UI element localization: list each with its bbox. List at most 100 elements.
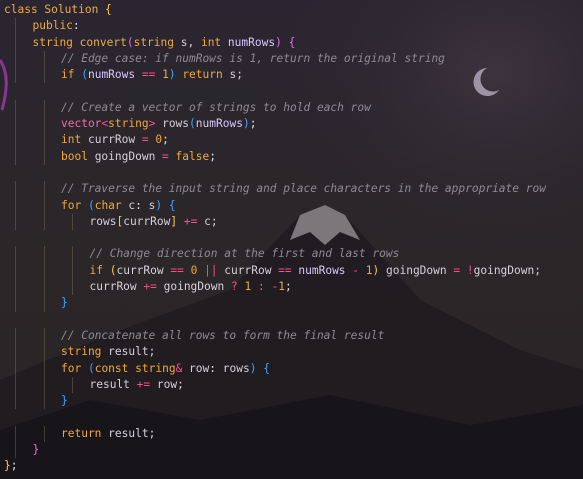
- code-token: for: [61, 198, 82, 212]
- code-line[interactable]: string convert(string s, int numRows) {: [0, 34, 583, 51]
- code-editor[interactable]: class Solution {public: string convert(st…: [0, 0, 583, 479]
- code-token: ): [372, 263, 386, 277]
- code-token: ==: [135, 68, 163, 82]
- code-line[interactable]: result += row;: [0, 376, 583, 394]
- code-token: for: [61, 361, 82, 375]
- code-token: return: [182, 68, 223, 82]
- code-token: numRows: [298, 263, 346, 277]
- code-token: goingDown: [87, 149, 163, 163]
- code-token: string: [61, 345, 102, 359]
- code-line[interactable]: [0, 312, 583, 328]
- code-token: currRow: [81, 133, 142, 147]
- code-token: s;: [222, 68, 243, 82]
- code-token: ||: [197, 263, 225, 277]
- code-token: result;: [101, 426, 156, 440]
- code-line[interactable]: };: [0, 458, 583, 474]
- code-token: int: [200, 35, 222, 49]
- indent-guide: [15, 197, 16, 214]
- code-line[interactable]: int currRow = 0;: [0, 132, 583, 149]
- indent-guide: [15, 442, 16, 459]
- code-token: int: [61, 133, 82, 147]
- code-token: ): [155, 198, 169, 212]
- code-area[interactable]: class Solution {public: string convert(st…: [0, 0, 583, 475]
- indent-guide: [43, 262, 45, 280]
- code-token: }: [4, 459, 11, 473]
- code-line[interactable]: }: [0, 442, 583, 459]
- code-line[interactable]: currRow += goingDown ? 1 : -1;: [0, 279, 583, 296]
- code-line[interactable]: vector<string> rows(numRows);: [0, 116, 583, 133]
- code-token: public: [32, 19, 73, 33]
- code-token: row;: [156, 377, 184, 391]
- code-token: {: [263, 361, 270, 375]
- code-line[interactable]: for (char c: s) {: [0, 197, 583, 214]
- code-line[interactable]: [0, 165, 583, 181]
- code-token: ;: [249, 117, 257, 131]
- code-token: !: [466, 263, 474, 277]
- code-token: ;: [162, 133, 169, 147]
- code-token: :: [209, 361, 217, 375]
- code-token: char: [94, 198, 122, 212]
- code-line[interactable]: [0, 409, 583, 425]
- code-token: (: [126, 35, 134, 49]
- code-line[interactable]: class Solution {: [0, 2, 583, 18]
- code-line[interactable]: if (numRows == 1) return s;: [0, 67, 583, 84]
- code-line[interactable]: for (const string& row: rows) {: [0, 360, 583, 377]
- code-token: result: [89, 377, 130, 391]
- indent-guide: [43, 246, 45, 263]
- code-line[interactable]: [0, 230, 583, 246]
- code-token: ==: [271, 263, 299, 277]
- code-line[interactable]: // Create a vector of strings to hold ea…: [0, 99, 583, 117]
- code-token: result;: [101, 345, 156, 359]
- code-token: numRows: [227, 35, 276, 49]
- code-token: // Edge case: if numRows is 1, return th…: [61, 51, 445, 65]
- code-token: :: [72, 19, 80, 33]
- indent-guide: [43, 425, 45, 443]
- indent-guide: [72, 213, 73, 231]
- code-line[interactable]: if (currRow == 0 || currRow == numRows -…: [0, 262, 583, 280]
- indent-guide: [15, 67, 16, 84]
- code-token: +=: [136, 280, 164, 294]
- indent-guide: [72, 262, 73, 280]
- code-line[interactable]: bool goingDown = false;: [0, 148, 583, 165]
- code-token: s,: [174, 35, 201, 49]
- code-token: string: [32, 35, 73, 49]
- code-token: goingDown: [163, 280, 231, 294]
- code-token: :: [135, 198, 142, 212]
- indent-guide: [43, 116, 45, 133]
- indent-guide: [43, 99, 45, 117]
- code-token: +=: [183, 214, 198, 228]
- indent-guide: [15, 327, 16, 345]
- code-line[interactable]: // Traverse the input string and place c…: [0, 181, 583, 198]
- code-token: numRows: [87, 68, 136, 82]
- code-line[interactable]: [0, 83, 583, 99]
- code-token: (: [81, 361, 95, 375]
- code-token: +=: [129, 377, 157, 391]
- code-token: currRow: [224, 263, 272, 277]
- code-token: ;: [284, 280, 292, 294]
- indent-guide: [15, 132, 16, 149]
- code-token: ): [242, 117, 250, 131]
- indent-guide: [43, 213, 45, 231]
- code-token: // Change direction at the first and las…: [89, 247, 400, 261]
- code-line[interactable]: // Concatenate all rows to form the fina…: [0, 327, 583, 345]
- indent-guide: [15, 116, 16, 133]
- code-line[interactable]: string result;: [0, 344, 583, 361]
- code-line[interactable]: // Change direction at the first and las…: [0, 246, 583, 263]
- code-line[interactable]: }: [0, 295, 583, 312]
- code-token: goingDown: [386, 263, 454, 277]
- code-token: (: [102, 263, 117, 277]
- indent-guide: [43, 327, 45, 345]
- code-token: =: [141, 133, 149, 147]
- code-token: vector: [61, 117, 102, 131]
- code-line[interactable]: rows[currRow] += c;: [0, 213, 583, 231]
- code-token: :: [257, 280, 265, 294]
- code-token: if: [89, 263, 103, 277]
- code-line[interactable]: return result;: [0, 425, 583, 443]
- code-line[interactable]: // Edge case: if numRows is 1, return th…: [0, 50, 583, 68]
- code-line[interactable]: public:: [0, 18, 583, 35]
- code-token: const: [94, 361, 129, 375]
- indent-guide: [15, 393, 16, 410]
- code-line[interactable]: }: [0, 393, 583, 410]
